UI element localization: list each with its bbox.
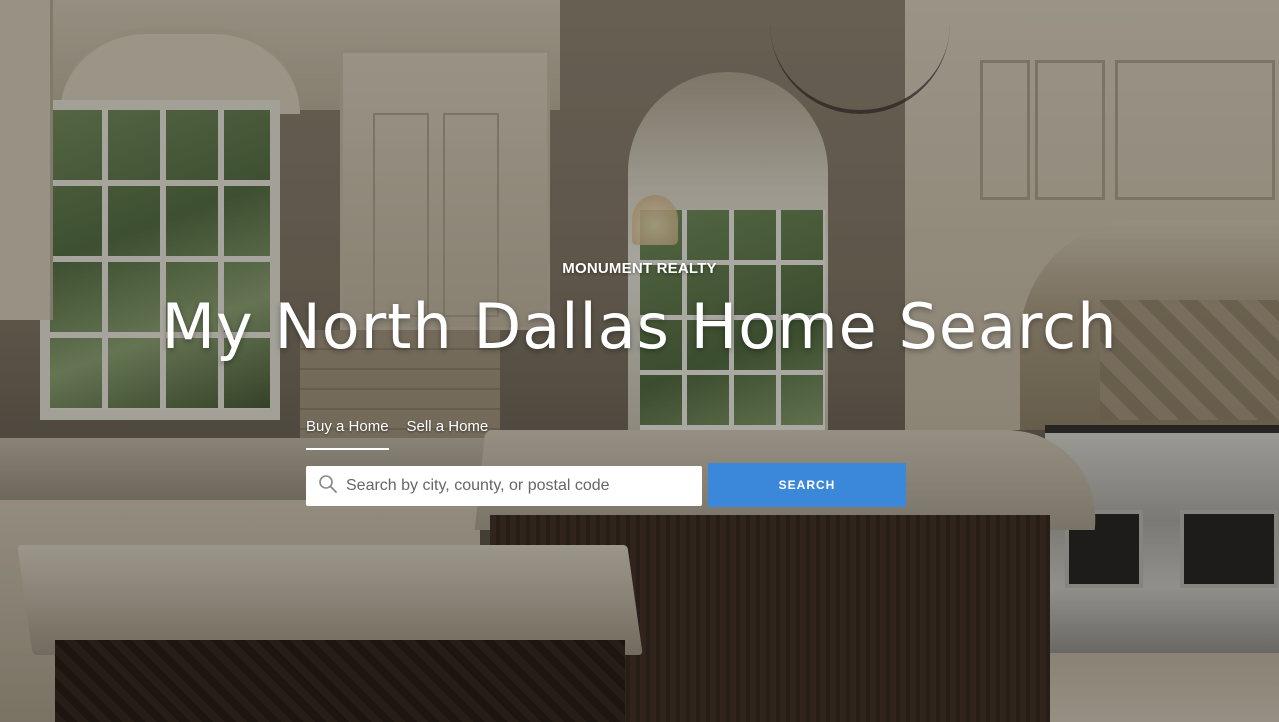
hero-content: MONUMENT REALTY My North Dallas Home Sea… [0, 0, 1279, 722]
tab-buy-a-home[interactable]: Buy a Home [306, 418, 389, 450]
search-button[interactable]: SEARCH [708, 463, 906, 507]
search-icon [318, 474, 338, 499]
search-input[interactable] [344, 467, 698, 505]
brand-name: MONUMENT REALTY [562, 260, 717, 277]
page-title: My North Dallas Home Search [161, 290, 1118, 363]
tab-sell-a-home[interactable]: Sell a Home [407, 418, 489, 450]
search-tabs: Buy a Home Sell a Home [306, 418, 488, 450]
search-box [306, 466, 702, 506]
hero-section: MONUMENT REALTY My North Dallas Home Sea… [0, 0, 1279, 722]
